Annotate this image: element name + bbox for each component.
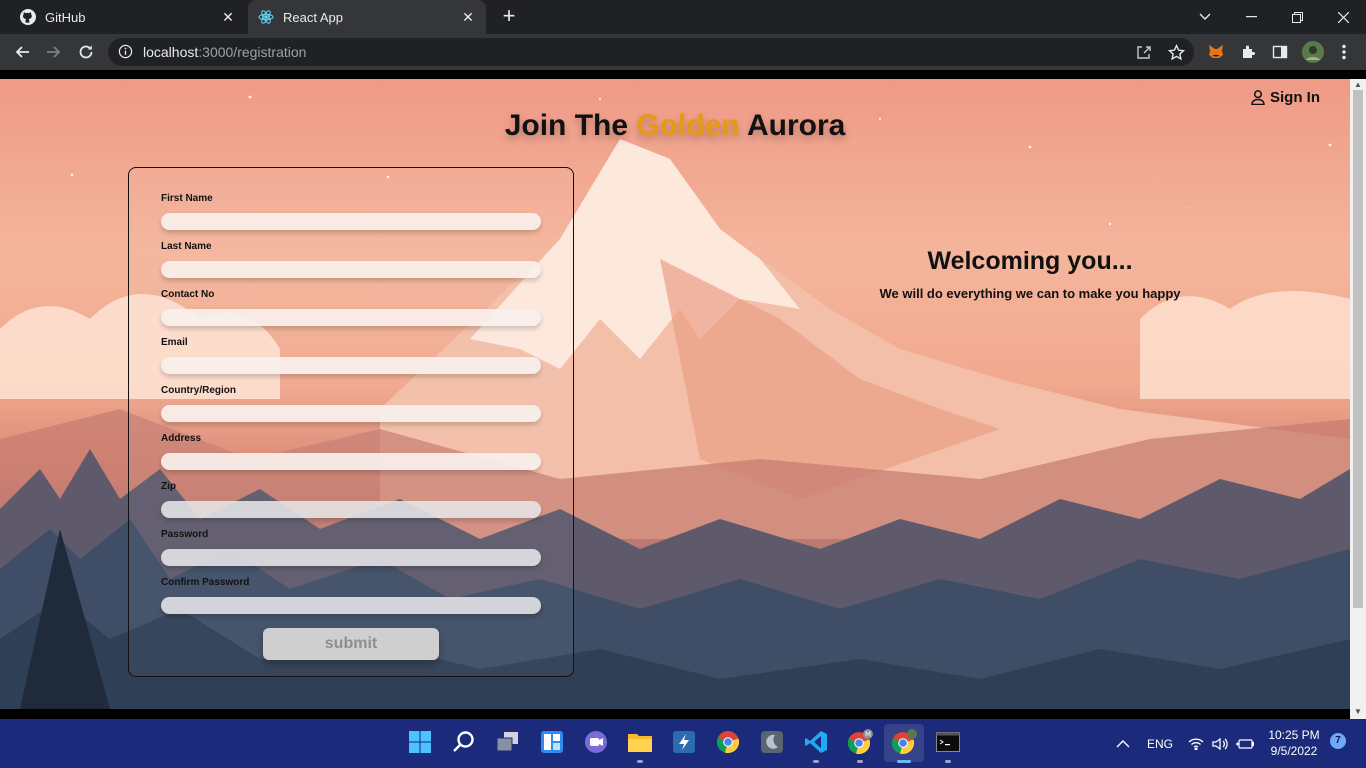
sign-in-label: Sign In xyxy=(1270,89,1320,106)
title-part-1: Join The xyxy=(504,109,629,142)
notification-badge[interactable]: 7 xyxy=(1330,733,1346,749)
registration-form: First Name Last Name Contact No Email Co… xyxy=(128,167,574,677)
contact-no-label: Contact No xyxy=(161,289,215,300)
clock-date: 9/5/2022 xyxy=(1270,744,1318,758)
share-icon[interactable] xyxy=(1134,42,1154,62)
profile-avatar-icon[interactable] xyxy=(1301,40,1325,64)
side-panel-icon[interactable] xyxy=(1270,42,1290,62)
windows-taskbar: M ENG 10:25 PM 9/5/2022 7 xyxy=(0,719,1366,768)
country-region-label: Country/Region xyxy=(161,385,236,396)
url-text[interactable]: localhost:3000/registration xyxy=(143,44,306,60)
confirm-password-input[interactable] xyxy=(161,597,541,614)
vscode-icon[interactable] xyxy=(803,729,829,755)
title-part-2: Aurora xyxy=(746,109,846,142)
battery-icon[interactable] xyxy=(1236,719,1254,768)
first-name-input[interactable] xyxy=(161,213,541,230)
running-indicator xyxy=(637,760,643,763)
running-indicator xyxy=(857,760,863,763)
bookmark-star-icon[interactable] xyxy=(1166,42,1186,62)
chrome-active-icon[interactable] xyxy=(891,729,917,755)
page-bottom-strip xyxy=(0,709,1350,719)
site-info-icon[interactable] xyxy=(118,44,133,64)
close-window-button[interactable] xyxy=(1320,0,1366,34)
chrome-menu-icon[interactable] xyxy=(1334,42,1354,62)
file-explorer-icon[interactable] xyxy=(627,729,653,755)
tab-react-app[interactable]: React App ✕ xyxy=(248,0,486,34)
tab-search-icon[interactable] xyxy=(1182,0,1228,34)
wifi-icon[interactable] xyxy=(1188,719,1204,768)
react-icon xyxy=(258,9,274,25)
metamask-extension-icon[interactable] xyxy=(1206,42,1226,62)
tab-title: GitHub xyxy=(45,9,86,25)
zip-input[interactable] xyxy=(161,501,541,518)
clock-time: 10:25 PM xyxy=(1268,728,1320,742)
close-tab-icon[interactable]: ✕ xyxy=(460,9,476,25)
running-indicator xyxy=(813,760,819,763)
app-icon[interactable] xyxy=(759,729,785,755)
title-accent: Golden xyxy=(636,109,740,142)
show-hidden-icons-icon[interactable] xyxy=(1116,719,1130,768)
page-top-strip xyxy=(0,70,1366,79)
submit-button[interactable]: submit xyxy=(263,628,439,660)
tab-github[interactable]: GitHub ✕ xyxy=(10,0,246,34)
tab-title: React App xyxy=(283,9,343,25)
sign-in-link[interactable]: Sign In xyxy=(1251,89,1320,106)
password-input[interactable] xyxy=(161,549,541,566)
email-input[interactable] xyxy=(161,357,541,374)
restore-button[interactable] xyxy=(1274,0,1320,34)
email-label: Email xyxy=(161,337,188,348)
address-toolbar: localhost:3000/registration xyxy=(0,34,1366,70)
country-region-input[interactable] xyxy=(161,405,541,422)
moon-icon xyxy=(1156,149,1208,208)
chrome-profile-icon[interactable]: M xyxy=(847,729,873,755)
language-indicator[interactable]: ENG xyxy=(1147,719,1173,768)
volume-icon[interactable] xyxy=(1212,719,1229,768)
widgets-icon[interactable] xyxy=(539,729,565,755)
address-label: Address xyxy=(161,433,202,444)
forward-button[interactable] xyxy=(42,40,66,64)
terminal-icon[interactable] xyxy=(935,729,961,755)
user-icon xyxy=(1251,90,1265,105)
github-icon xyxy=(20,9,36,25)
contact-no-input[interactable] xyxy=(161,309,541,326)
windows-start-icon[interactable] xyxy=(407,729,433,755)
minimize-button[interactable] xyxy=(1228,0,1274,34)
extensions-icon[interactable] xyxy=(1238,42,1258,62)
close-tab-icon[interactable]: ✕ xyxy=(220,9,236,25)
search-icon[interactable] xyxy=(451,729,477,755)
new-tab-button[interactable]: + xyxy=(498,5,520,29)
reload-button[interactable] xyxy=(74,40,98,64)
tab-bar: GitHub ✕ React App ✕ + xyxy=(0,0,1366,34)
scroll-down-arrow-icon[interactable]: ▼ xyxy=(1350,706,1366,718)
task-view-icon[interactable] xyxy=(495,729,521,755)
address-input[interactable] xyxy=(161,453,541,470)
last-name-label: Last Name xyxy=(161,241,212,252)
welcome-subtitle: We will do everything we can to make you… xyxy=(879,286,1181,301)
scrollbar-thumb[interactable] xyxy=(1353,90,1363,608)
page-title: Join The Golden Aurora xyxy=(0,109,1350,143)
welcome-title: Welcoming you... xyxy=(927,247,1133,275)
confirm-password-label: Confirm Password xyxy=(161,577,250,588)
back-button[interactable] xyxy=(10,40,34,64)
zip-label: Zip xyxy=(161,481,176,492)
system-clock[interactable]: 10:25 PM 9/5/2022 xyxy=(1262,727,1326,759)
omnibox[interactable]: localhost:3000/registration xyxy=(108,38,1194,66)
active-indicator xyxy=(897,760,911,763)
password-label: Password xyxy=(161,529,209,540)
app-icon[interactable] xyxy=(671,729,697,755)
last-name-input[interactable] xyxy=(161,261,541,278)
svg-text:M: M xyxy=(865,731,871,739)
chrome-icon[interactable] xyxy=(715,729,741,755)
first-name-label: First Name xyxy=(161,193,213,204)
running-indicator xyxy=(945,760,951,763)
registration-page: Sign In Join The Golden Aurora First Nam… xyxy=(0,79,1350,709)
chat-icon[interactable] xyxy=(583,729,609,755)
